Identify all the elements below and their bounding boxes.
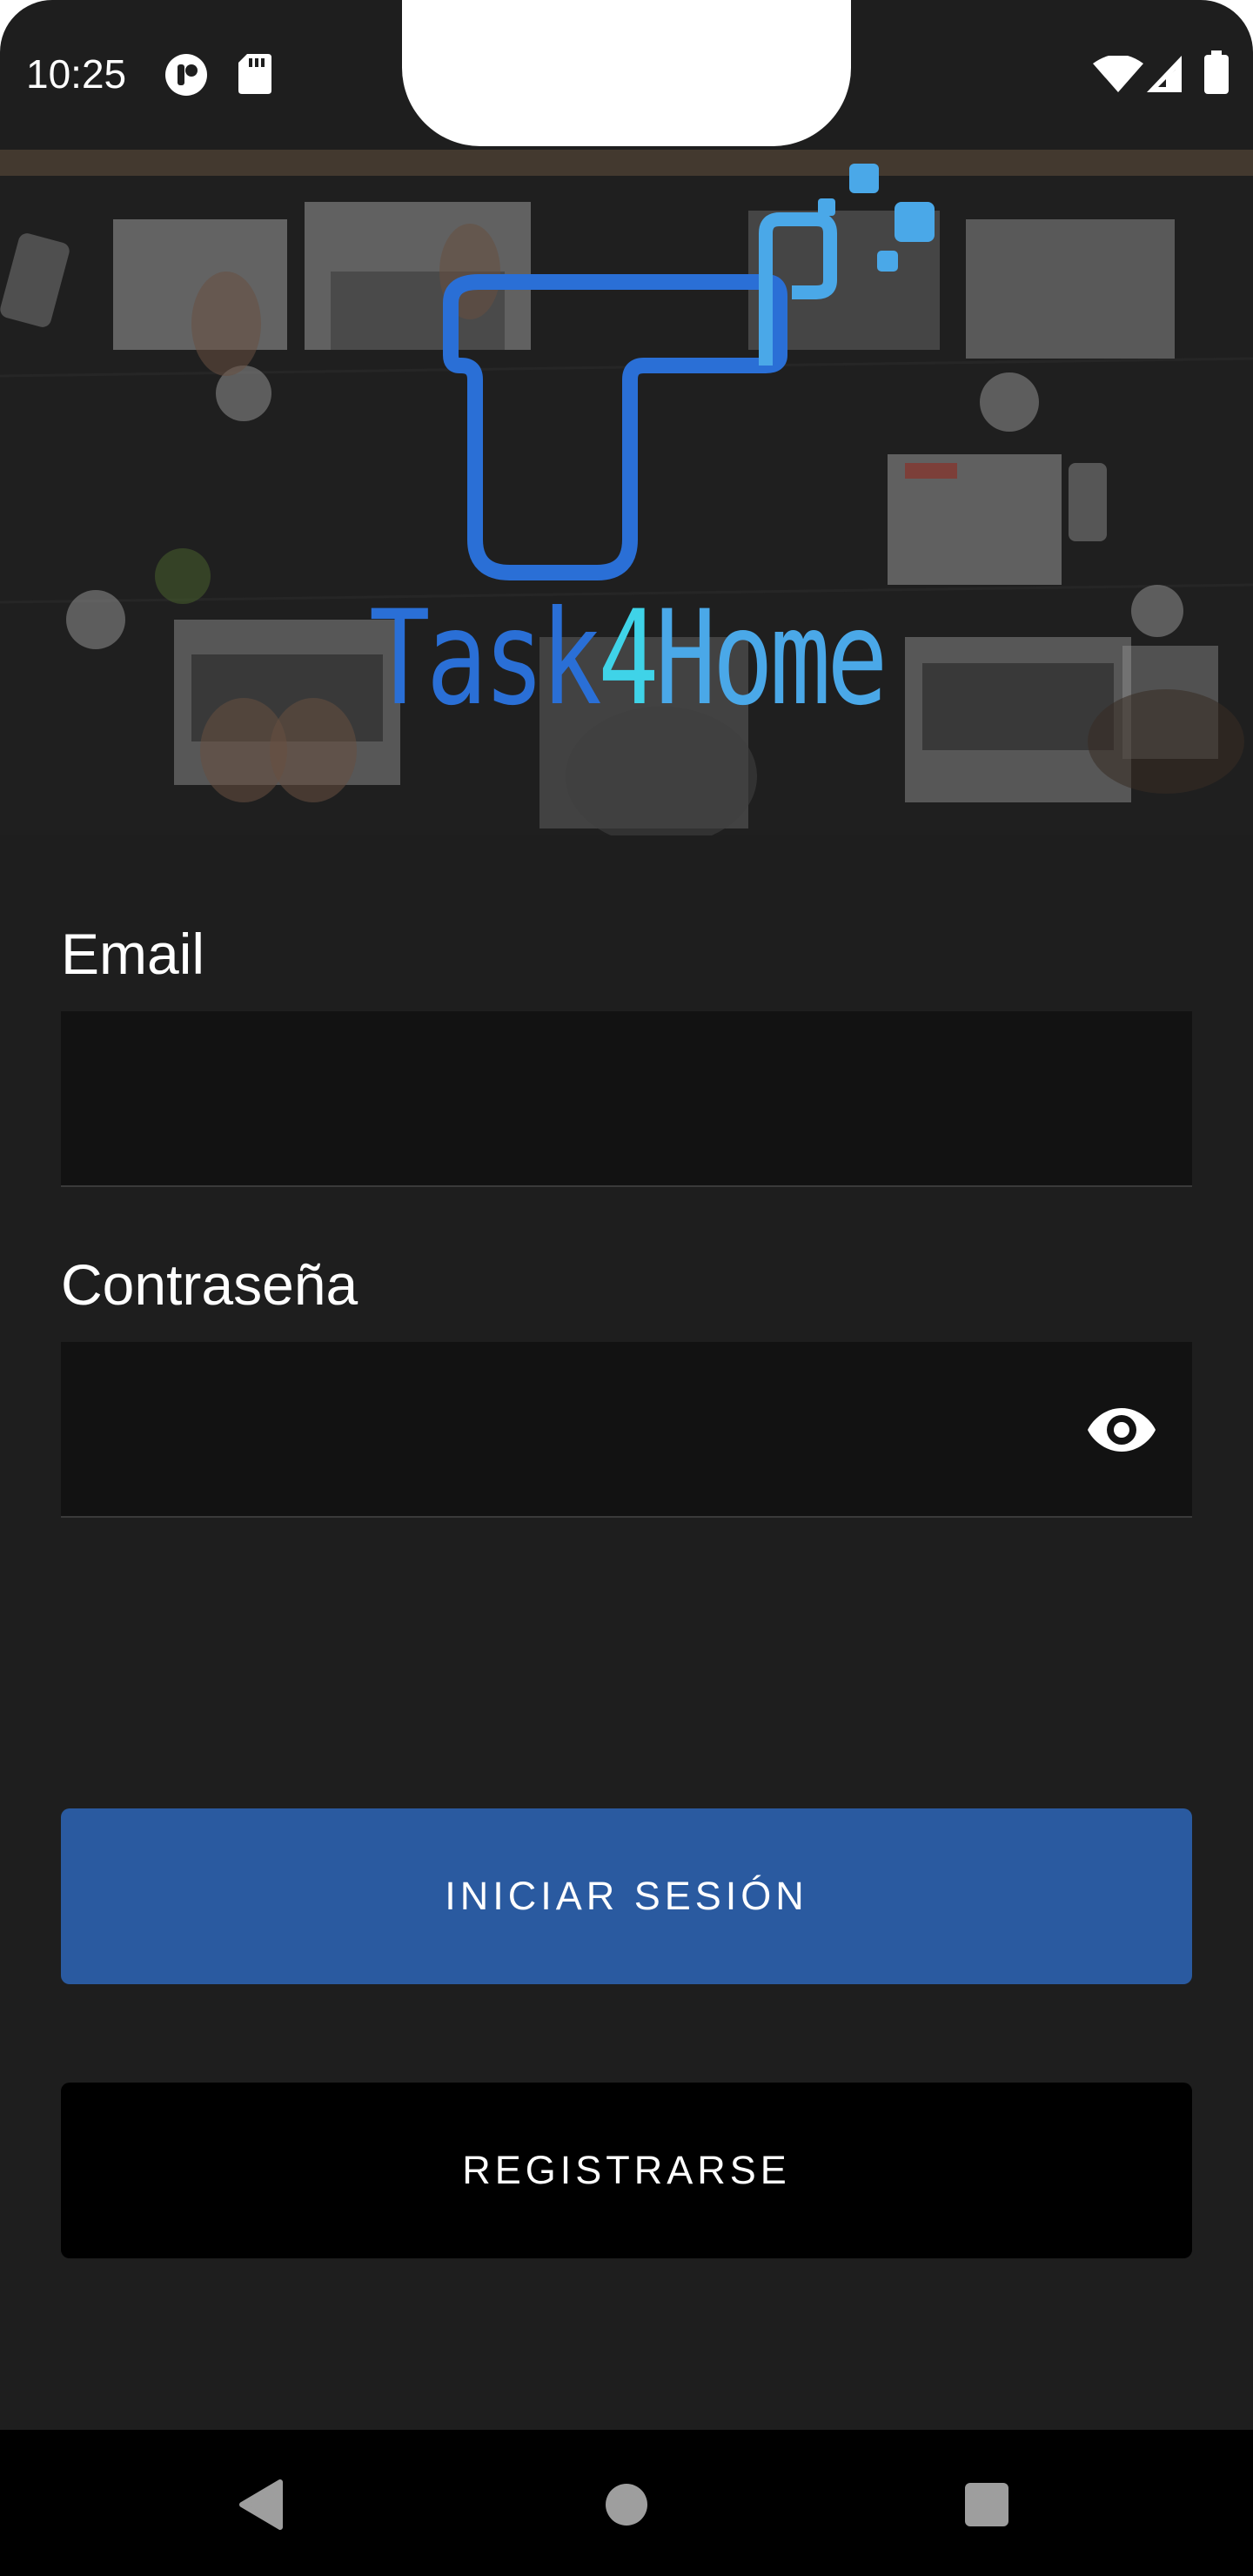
- wifi-icon: [1093, 56, 1143, 92]
- register-button[interactable]: REGISTRARSE: [61, 2083, 1192, 2258]
- app-notification-icon: [165, 54, 207, 96]
- login-button[interactable]: INICIAR SESIÓN: [61, 1808, 1192, 1984]
- hero-banner: Task4Home: [0, 150, 1253, 835]
- email-field[interactable]: [61, 1011, 1192, 1187]
- cellular-signal-icon: [1147, 56, 1182, 92]
- system-navigation-bar: [0, 2430, 1253, 2576]
- back-icon[interactable]: [238, 2479, 284, 2531]
- recents-icon[interactable]: [964, 2482, 1009, 2527]
- status-time: 10:25: [26, 51, 127, 97]
- logo-text-home: Home: [654, 583, 888, 735]
- sd-card-icon: [238, 54, 271, 94]
- camera-notch: [402, 0, 851, 146]
- status-bar: 10:25: [0, 0, 1253, 150]
- battery-icon: [1204, 50, 1229, 94]
- password-label: Contraseña: [61, 1252, 358, 1317]
- logo-wordmark: Task4Home: [137, 594, 1115, 724]
- home-icon[interactable]: [604, 2482, 649, 2527]
- email-label: Email: [61, 922, 205, 986]
- screen-corner-left: [0, 0, 52, 52]
- eye-icon[interactable]: [1086, 1399, 1157, 1460]
- screen-corner-right: [1201, 0, 1253, 52]
- password-field[interactable]: [61, 1342, 1192, 1518]
- logo-text-digit: 4: [598, 583, 659, 735]
- logo-text-task: Task: [369, 583, 602, 735]
